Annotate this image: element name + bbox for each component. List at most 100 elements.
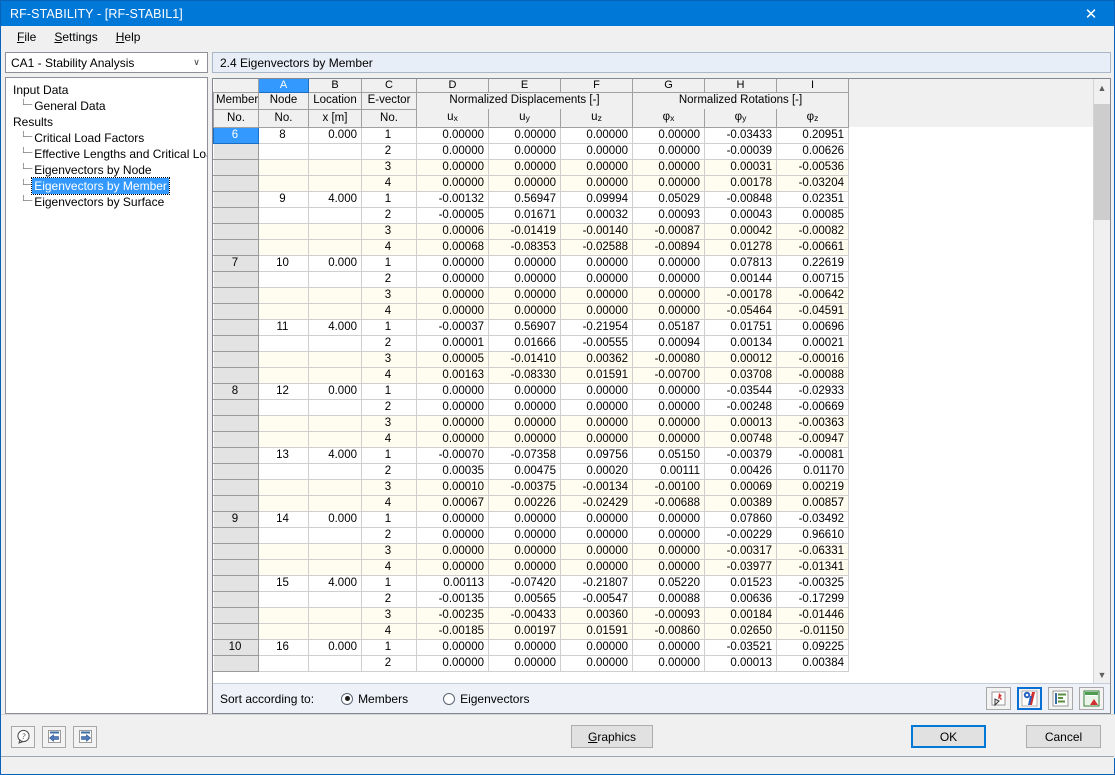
cell-loc[interactable]: [308, 239, 362, 256]
cell-pz[interactable]: -0.01150: [776, 623, 849, 640]
cell-node[interactable]: [258, 527, 309, 544]
cell-node[interactable]: 14: [258, 511, 309, 528]
cell-px[interactable]: -0.00700: [632, 367, 705, 384]
cell-px[interactable]: 0.00000: [632, 655, 705, 672]
cell-ux[interactable]: -0.00185: [416, 623, 489, 640]
cell-ux[interactable]: 0.00000: [416, 415, 489, 432]
cell-pz[interactable]: 0.00021: [776, 335, 849, 352]
cell-node[interactable]: [258, 239, 309, 256]
cell-ux[interactable]: -0.00132: [416, 191, 489, 208]
cell-loc[interactable]: [308, 223, 362, 240]
cell-px[interactable]: -0.00093: [632, 607, 705, 624]
cell-ev[interactable]: 2: [361, 655, 417, 672]
cell-loc[interactable]: [308, 207, 362, 224]
row-header-member[interactable]: [213, 158, 259, 176]
cell-ev[interactable]: 1: [361, 383, 417, 400]
cell-py[interactable]: 0.00636: [704, 591, 777, 608]
cell-uy[interactable]: 0.00000: [488, 175, 561, 192]
graphics-button[interactable]: Graphics: [571, 725, 653, 748]
cell-py[interactable]: 0.01751: [704, 319, 777, 336]
cell-uz[interactable]: 0.00000: [560, 127, 633, 144]
cell-ev[interactable]: 4: [361, 623, 417, 640]
cell-uz[interactable]: 0.00000: [560, 415, 633, 432]
cell-ev[interactable]: 1: [361, 191, 417, 208]
cell-ev[interactable]: 3: [361, 543, 417, 560]
table-row[interactable]: 4 0.00000 0.00000 0.00000 0.00000 -0.05464 -0.…: [213, 302, 1093, 320]
cell-uy[interactable]: 0.00000: [488, 303, 561, 320]
cell-loc[interactable]: 0.000: [308, 255, 362, 272]
menu-help[interactable]: Help: [107, 27, 150, 47]
cell-node[interactable]: [258, 271, 309, 288]
cell-node[interactable]: [258, 415, 309, 432]
table-row[interactable]: 2 0.00000 0.00000 0.00000 0.00000 -0.00039 0.0…: [213, 142, 1093, 160]
cell-ux[interactable]: 0.00000: [416, 559, 489, 576]
cell-ev[interactable]: 4: [361, 495, 417, 512]
row-header-member[interactable]: [213, 286, 259, 304]
cell-pz[interactable]: -0.00642: [776, 287, 849, 304]
cell-px[interactable]: 0.00000: [632, 431, 705, 448]
cell-uz[interactable]: 0.00000: [560, 383, 633, 400]
cell-loc[interactable]: [308, 607, 362, 624]
cell-ev[interactable]: 3: [361, 415, 417, 432]
cell-ux[interactable]: 0.00035: [416, 463, 489, 480]
cell-px[interactable]: -0.00080: [632, 351, 705, 368]
cell-loc[interactable]: [308, 415, 362, 432]
cell-py[interactable]: -0.05464: [704, 303, 777, 320]
table-row[interactable]: 2 0.00000 0.00000 0.00000 0.00000 -0.00229 0.9…: [213, 526, 1093, 544]
cell-uz[interactable]: 0.00000: [560, 399, 633, 416]
tree-item-results[interactable]: Results: [10, 114, 205, 130]
cell-loc[interactable]: [308, 527, 362, 544]
cell-uy[interactable]: 0.00000: [488, 527, 561, 544]
table-row[interactable]: 2 -0.00135 0.00565 -0.00547 0.00088 0.00636 -0…: [213, 590, 1093, 608]
cell-ev[interactable]: 1: [361, 255, 417, 272]
load-case-combo[interactable]: CA1 - Stability Analysis ∨: [5, 52, 208, 73]
cell-py[interactable]: -0.00039: [704, 143, 777, 160]
cell-ev[interactable]: 1: [361, 639, 417, 656]
cell-py[interactable]: 0.00012: [704, 351, 777, 368]
table-row[interactable]: 11 4.000 1 -0.00037 0.56907 -0.21954 0.05187 0.…: [213, 318, 1093, 336]
cell-uz[interactable]: 0.00000: [560, 271, 633, 288]
cell-uz[interactable]: -0.00555: [560, 335, 633, 352]
cell-uy[interactable]: 0.00000: [488, 271, 561, 288]
cell-node[interactable]: [258, 223, 309, 240]
cell-node[interactable]: [258, 591, 309, 608]
column-letter-g[interactable]: G: [632, 79, 705, 93]
cell-uz[interactable]: 0.00360: [560, 607, 633, 624]
cell-uy[interactable]: 0.01671: [488, 207, 561, 224]
cell-py[interactable]: 0.00043: [704, 207, 777, 224]
cell-uy[interactable]: -0.07420: [488, 575, 561, 592]
cell-node[interactable]: 16: [258, 639, 309, 656]
cell-ev[interactable]: 2: [361, 527, 417, 544]
table-row[interactable]: 7 10 0.000 1 0.00000 0.00000 0.00000 0.00000 0.0…: [213, 254, 1093, 272]
column-letter-f[interactable]: F: [560, 79, 633, 93]
cell-px[interactable]: 0.00000: [632, 127, 705, 144]
help-button[interactable]: ?: [11, 725, 35, 748]
cell-px[interactable]: 0.00000: [632, 543, 705, 560]
cell-node[interactable]: [258, 303, 309, 320]
row-header-member[interactable]: [213, 334, 259, 352]
cell-py[interactable]: -0.00848: [704, 191, 777, 208]
cell-px[interactable]: 0.00000: [632, 399, 705, 416]
table-row[interactable]: 3 0.00000 0.00000 0.00000 0.00000 0.00013 -0.0…: [213, 414, 1093, 432]
row-header-member[interactable]: [213, 590, 259, 608]
cell-py[interactable]: -0.03544: [704, 383, 777, 400]
cell-ux[interactable]: -0.00135: [416, 591, 489, 608]
close-icon[interactable]: ✕: [1068, 1, 1114, 26]
cell-ux[interactable]: 0.00163: [416, 367, 489, 384]
cell-loc[interactable]: [308, 623, 362, 640]
cell-loc[interactable]: [308, 159, 362, 176]
table-row[interactable]: 6 8 0.000 1 0.00000 0.00000 0.00000 0.00000 -0.0…: [213, 126, 1093, 144]
cell-ux[interactable]: -0.00235: [416, 607, 489, 624]
cell-px[interactable]: 0.00111: [632, 463, 705, 480]
cell-node[interactable]: [258, 479, 309, 496]
cell-px[interactable]: 0.00094: [632, 335, 705, 352]
cell-py[interactable]: 0.01523: [704, 575, 777, 592]
cell-pz[interactable]: 0.22619: [776, 255, 849, 272]
cell-node[interactable]: [258, 287, 309, 304]
cell-py[interactable]: 0.00426: [704, 463, 777, 480]
column-letter-h[interactable]: H: [704, 79, 777, 93]
cell-uy[interactable]: 0.00000: [488, 559, 561, 576]
cell-ux[interactable]: 0.00113: [416, 575, 489, 592]
row-header-member[interactable]: [213, 174, 259, 192]
row-header-member[interactable]: [213, 318, 259, 336]
